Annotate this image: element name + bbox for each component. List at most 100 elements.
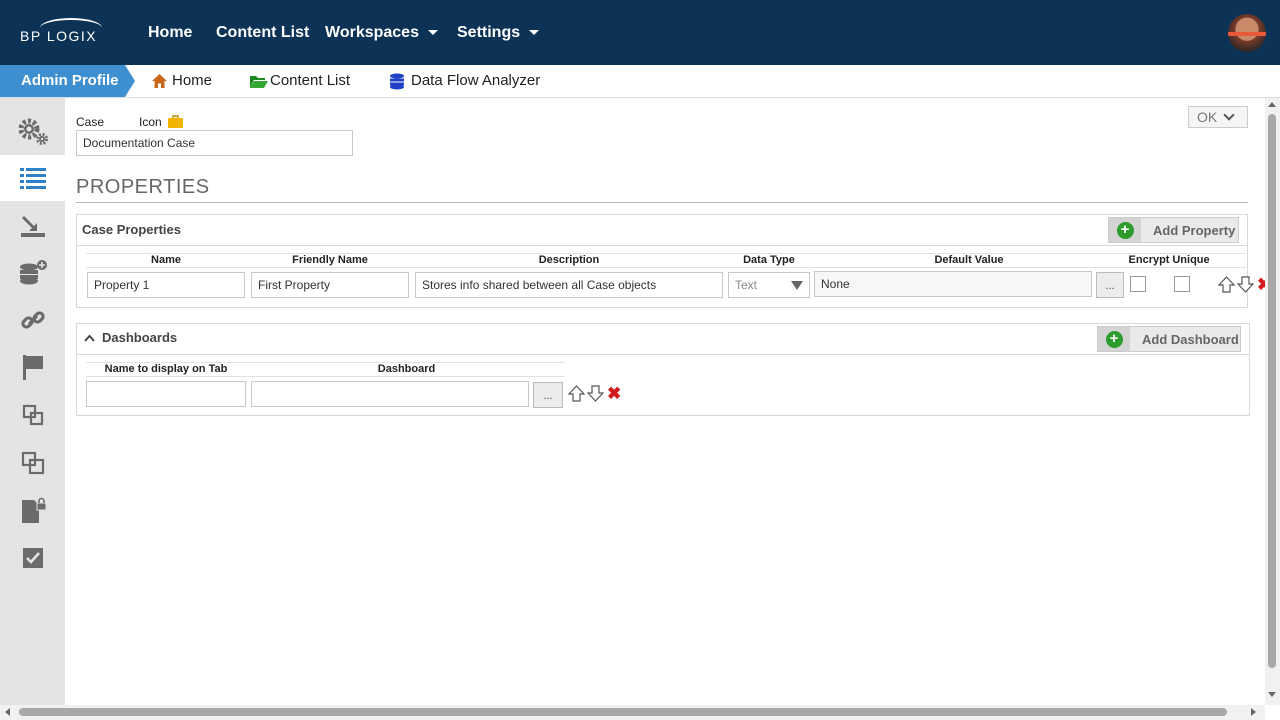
ok-label: OK [1197,109,1218,125]
crumb-content-list[interactable]: Content List [249,65,350,97]
dashboard-browse-button[interactable]: ... [533,382,563,408]
move-up-icon[interactable] [1218,276,1235,293]
dashboard-input[interactable] [251,381,529,407]
chevron-up-icon [84,334,95,342]
crumb-home-label: Home [172,72,213,89]
sidebar-item-import[interactable] [0,203,65,249]
nav-home[interactable]: Home [148,0,192,65]
col-default-value: Default Value [934,254,1004,266]
description-input[interactable]: Stores info shared between all Case obje… [415,272,723,298]
add-dashboard-button[interactable]: + Add Dashboard [1097,326,1241,352]
copy-icon [21,451,44,475]
sidebar-item-flag[interactable] [0,344,65,390]
sidebar-item-copy[interactable] [0,440,65,486]
sidebar-item-database[interactable] [0,250,65,296]
crumb-content-list-label: Content List [270,72,351,89]
tab-name-input[interactable] [86,381,246,407]
duplicate-icon [22,404,43,426]
dashboards-heading: Dashboards [102,330,178,345]
sidebar-item-duplicate[interactable] [0,392,65,438]
scroll-up-arrow-icon[interactable] [1268,102,1276,107]
scroll-left-arrow-icon[interactable] [5,708,10,716]
property-name-input[interactable]: Property 1 [87,272,245,298]
bp-logix-logo[interactable]: BP LOGIX [18,18,108,48]
avatar-detail [1228,32,1266,36]
chevron-down-icon [1223,109,1235,121]
link-icon [20,311,45,329]
properties-title: PROPERTIES [76,176,210,198]
unique-checkbox[interactable] [1174,276,1190,292]
icon-label: Icon [139,115,162,129]
chevron-down-icon [529,30,540,35]
delete-dashboard-icon[interactable]: ✖ [607,385,621,402]
move-up-icon[interactable] [568,385,585,402]
nav-content-list[interactable]: Content List [216,0,309,65]
add-dashboard-label: Add Dashboard [1142,331,1239,347]
col-tab-name: Name to display on Tab [104,363,228,375]
add-property-plus-box: + [1109,218,1141,242]
crumb-home[interactable]: Home [151,65,212,97]
delete-property-icon[interactable]: ✖ [1257,276,1265,293]
horizontal-scroll-thumb[interactable] [19,708,1227,716]
home-icon [152,74,167,88]
folder-open-icon [250,75,268,88]
horizontal-scrollbar[interactable] [0,705,1265,720]
col-name: Name [151,254,181,266]
case-properties-header: Case Properties [77,215,1247,246]
sidebar-item-locked-file[interactable] [0,488,65,534]
user-avatar[interactable] [1228,14,1266,52]
gears-icon [18,118,48,145]
sidebar-item-properties[interactable] [0,155,65,201]
add-property-button[interactable]: + Add Property [1108,217,1239,243]
breadcrumb-bar: Admin Profile Home Content List Data Flo… [0,65,1280,98]
default-value-browse-button[interactable]: ... [1096,272,1124,298]
crumb-data-flow-analyzer[interactable]: Data Flow Analyzer [389,65,540,97]
nav-workspaces-label: Workspaces [325,23,419,41]
sidebar-item-tasks[interactable] [0,535,65,581]
list-icon [19,168,46,189]
briefcase-icon[interactable] [167,114,184,129]
col-unique: Unique [1172,254,1210,266]
left-sidebar [0,98,65,720]
plus-circle-icon: + [1116,221,1134,239]
checkbox-icon [22,548,43,568]
col-description: Description [538,254,600,266]
add-dashboard-plus-box: + [1098,327,1130,351]
scroll-down-arrow-icon[interactable] [1268,692,1276,697]
crumb-data-flow-analyzer-label: Data Flow Analyzer [411,72,541,89]
dropdown-arrow-icon [791,281,803,290]
move-down-icon[interactable] [1237,276,1254,293]
nav-workspaces[interactable]: Workspaces [325,0,438,65]
database-icon [390,73,404,89]
admin-profile-crumb[interactable]: Admin Profile [0,65,135,97]
nav-content-list-label: Content List [216,23,310,41]
add-property-label: Add Property [1153,222,1236,238]
sidebar-item-links[interactable] [0,297,65,343]
default-value-input[interactable]: None [814,271,1092,297]
dashboards-header[interactable]: Dashboards [77,324,1249,355]
nav-home-label: Home [148,23,193,41]
properties-divider [76,202,1248,203]
case-properties-heading: Case Properties [82,222,181,237]
col-data-type: Data Type [743,254,795,266]
vertical-scroll-thumb[interactable] [1268,114,1276,668]
vertical-scrollbar[interactable] [1265,98,1280,705]
encrypt-checkbox[interactable] [1130,276,1146,292]
sidebar-item-settings[interactable] [0,108,65,154]
scroll-right-arrow-icon[interactable] [1251,708,1256,716]
data-type-value: Text [735,278,758,292]
friendly-name-input[interactable]: First Property [251,272,409,298]
nav-settings[interactable]: Settings [457,0,540,65]
header-divider [86,376,565,377]
case-name-input[interactable]: Documentation Case [76,130,353,156]
ok-button[interactable]: OK [1188,106,1248,128]
move-down-icon[interactable] [587,385,604,402]
plus-circle-icon: + [1105,330,1123,348]
import-icon [20,216,45,237]
data-type-select[interactable]: Text [728,272,810,298]
chevron-down-icon [427,30,438,35]
col-encrypt: Encrypt [1128,254,1170,266]
locked-file-icon [21,497,46,523]
nav-settings-label: Settings [457,23,521,41]
col-dashboard: Dashboard [377,363,436,375]
